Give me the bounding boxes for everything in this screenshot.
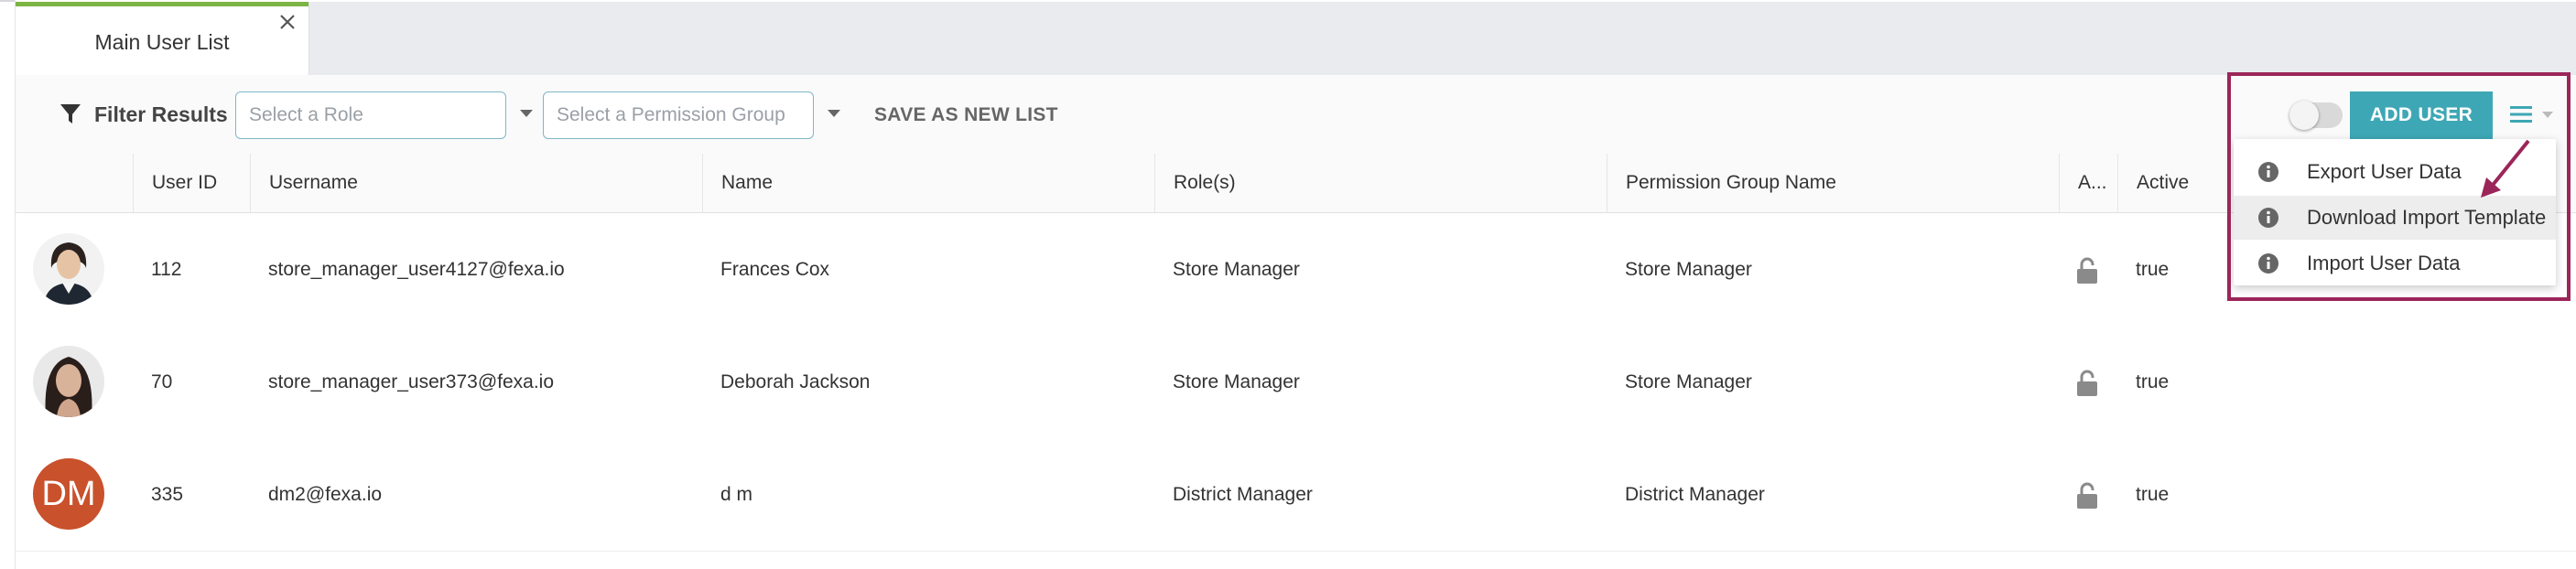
unlock-icon[interactable] — [2075, 482, 2099, 510]
name-cell: Deborah Jackson — [720, 371, 871, 392]
permission-group-cell: District Manager — [1625, 484, 1765, 505]
add-user-button[interactable]: ADD USER — [2350, 91, 2493, 139]
permission-group-cell: Store Manager — [1625, 371, 1752, 392]
active-cell: true — [2136, 484, 2170, 505]
close-icon[interactable] — [276, 10, 299, 34]
user-id-cell: 70 — [151, 371, 173, 392]
username-cell: store_manager_user373@fexa.io — [268, 371, 555, 392]
permission-group-select-placeholder: Select a Permission Group — [557, 104, 785, 125]
permission-group-chevron-down-icon[interactable] — [828, 110, 840, 117]
roles-cell: District Manager — [1173, 484, 1313, 505]
tab-main-user-list[interactable]: Main User List — [16, 2, 308, 75]
unlock-icon[interactable] — [2075, 257, 2099, 284]
user-list-page: Main User List Filter Results Select a R… — [15, 0, 2576, 569]
table-row[interactable]: 70 store_manager_user373@fexa.io Deborah… — [16, 326, 2576, 439]
menu-chevron-down-icon[interactable] — [2542, 112, 2553, 118]
menu-item-import-user-data[interactable]: Import User Data — [2234, 242, 2556, 285]
roles-cell: Store Manager — [1173, 259, 1300, 280]
actions-dropdown-menu: Export User Data Download Import Templat… — [2234, 139, 2556, 285]
filter-icon — [60, 104, 81, 123]
tab-label: Main User List — [94, 30, 230, 54]
info-icon — [2258, 162, 2278, 182]
table-header: User ID Username Name Role(s) Permission… — [16, 154, 2576, 213]
tab-bar: Main User List — [16, 2, 2576, 76]
active-cell: true — [2136, 259, 2170, 280]
info-icon — [2258, 208, 2278, 228]
avatar — [33, 346, 104, 417]
menu-item-label: Download Import Template — [2307, 206, 2547, 229]
toggle-knob — [2289, 101, 2319, 130]
view-toggle[interactable] — [2289, 101, 2343, 130]
table-row[interactable]: DM 335 dm2@fexa.io d m District Manager … — [16, 438, 2576, 552]
table-row[interactable]: 112 store_manager_user4127@fexa.io Franc… — [16, 213, 2576, 327]
column-header-username[interactable]: Username — [250, 154, 702, 212]
avatar — [33, 233, 104, 305]
column-header-name[interactable]: Name — [702, 154, 1154, 212]
filter-results-button[interactable]: Filter Results — [60, 99, 228, 130]
permission-group-select[interactable]: Select a Permission Group — [543, 91, 814, 139]
role-select[interactable]: Select a Role — [235, 91, 506, 139]
menu-item-label: Import User Data — [2307, 252, 2461, 274]
menu-item-download-import-template[interactable]: Download Import Template — [2234, 196, 2556, 240]
name-cell: d m — [720, 484, 753, 505]
permission-group-cell: Store Manager — [1625, 259, 1752, 280]
column-header-roles[interactable]: Role(s) — [1154, 154, 1607, 212]
info-icon — [2258, 253, 2278, 274]
user-id-cell: 112 — [151, 259, 182, 280]
username-cell: store_manager_user4127@fexa.io — [268, 259, 565, 280]
column-header-access[interactable]: A... — [2059, 154, 2117, 212]
filter-results-label: Filter Results — [94, 102, 228, 126]
save-as-new-list-button[interactable]: SAVE AS NEW LIST — [874, 104, 1058, 126]
active-cell: true — [2136, 371, 2170, 392]
name-cell: Frances Cox — [720, 259, 830, 280]
column-header-user-id[interactable]: User ID — [133, 154, 250, 212]
hamburger-menu-icon[interactable] — [2507, 101, 2535, 128]
menu-item-export-user-data[interactable]: Export User Data — [2234, 150, 2556, 194]
username-cell: dm2@fexa.io — [268, 484, 383, 505]
filter-toolbar: Filter Results Select a Role Select a Pe… — [16, 75, 2576, 155]
user-id-cell: 335 — [151, 484, 184, 505]
column-header-avatar — [16, 154, 133, 212]
avatar: DM — [33, 458, 104, 530]
column-header-permission-group[interactable]: Permission Group Name — [1607, 154, 2059, 212]
role-select-placeholder: Select a Role — [249, 104, 363, 125]
menu-item-label: Export User Data — [2307, 160, 2462, 183]
roles-cell: Store Manager — [1173, 371, 1300, 392]
role-select-chevron-down-icon[interactable] — [520, 110, 533, 117]
unlock-icon[interactable] — [2075, 370, 2099, 397]
